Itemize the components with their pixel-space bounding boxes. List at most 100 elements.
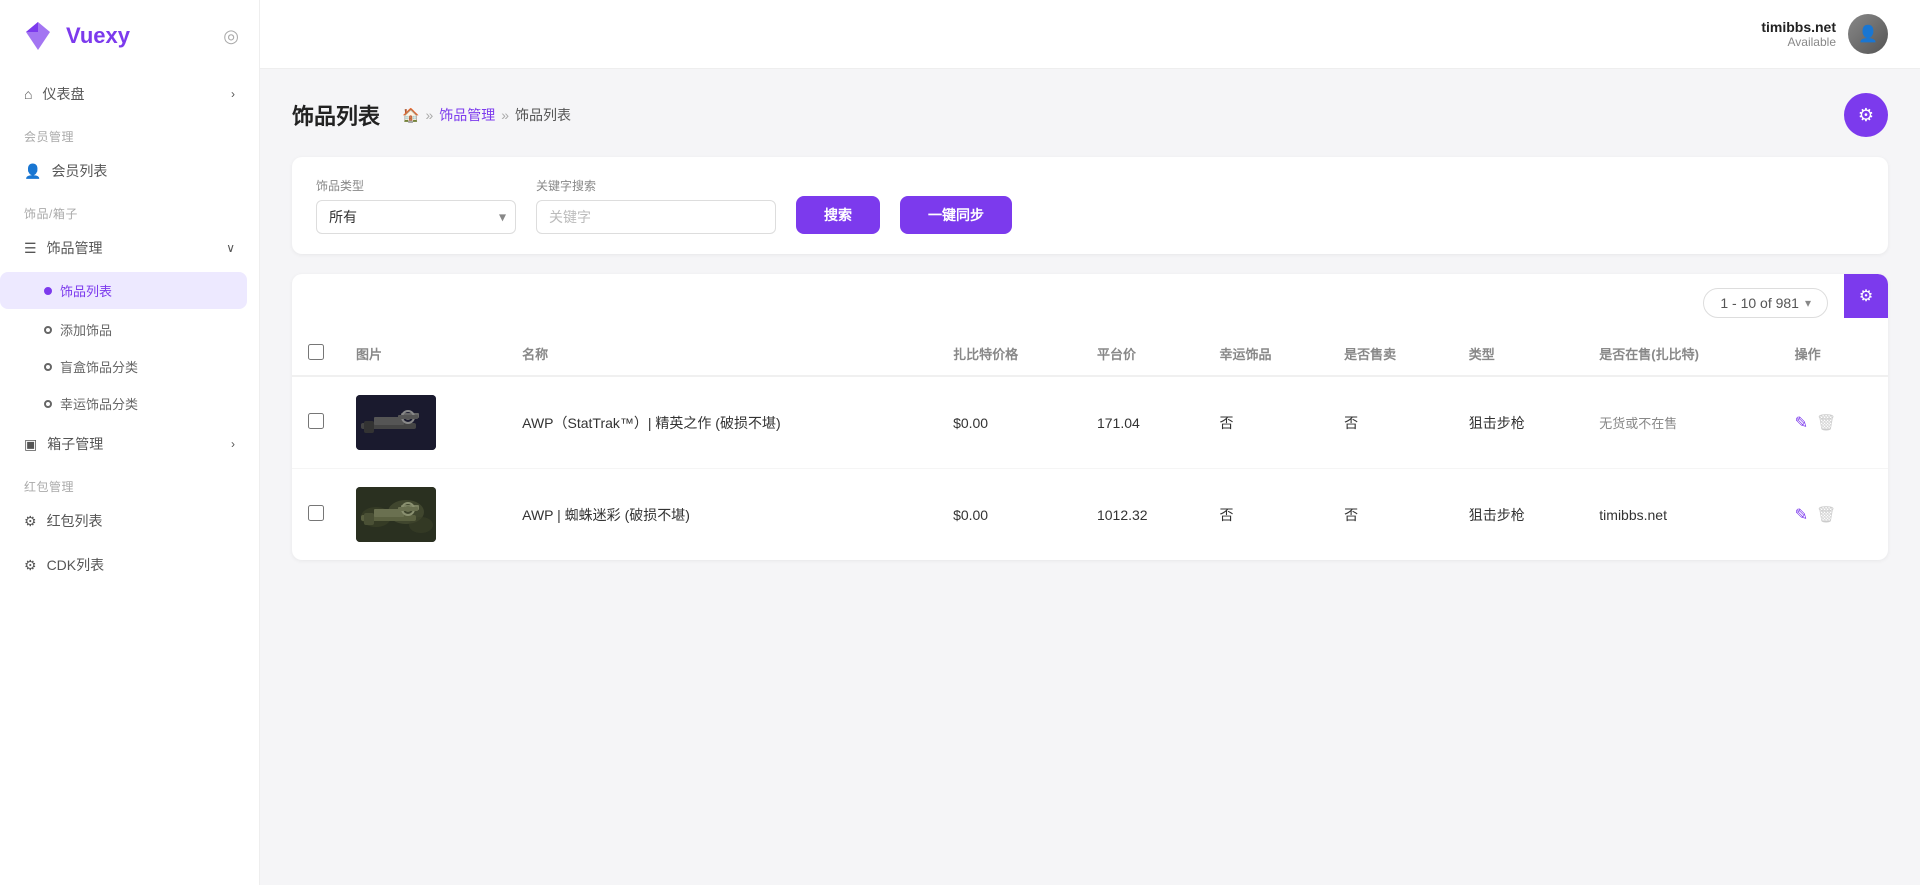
- th-actions: 操作: [1779, 332, 1888, 376]
- th-checkbox: [292, 332, 340, 376]
- th-on-sale: 是否售卖: [1328, 332, 1453, 376]
- filter-type-label: 饰品类型: [316, 177, 516, 194]
- section-label-items: 饰品/箱子: [0, 193, 259, 226]
- sidebar-item-item-list[interactable]: 饰品列表: [0, 272, 247, 309]
- row2-on-sale-zabit: timibbs.net: [1583, 469, 1778, 561]
- pagination-info[interactable]: 1 - 10 of 981 ▾: [1703, 288, 1828, 318]
- row1-actions-cell: ✎ 🗑: [1779, 376, 1888, 469]
- home-icon: ⌂: [24, 86, 32, 102]
- row1-edit-icon[interactable]: ✎: [1795, 413, 1808, 433]
- table-top-bar: 1 - 10 of 981 ▾: [292, 274, 1888, 332]
- sidebar-item-add-item-label: 添加饰品: [60, 320, 112, 339]
- breadcrumb: 🏠 » 饰品管理 » 饰品列表: [402, 105, 571, 125]
- row1-checkbox[interactable]: [308, 413, 324, 429]
- page-settings-button[interactable]: ⚙: [1844, 93, 1888, 137]
- awp-dark-img: [356, 395, 436, 450]
- row1-platform-price: 171.04: [1081, 376, 1204, 469]
- filter-type-select-wrapper: 所有 狙击步枪 突击步枪 手枪 刀 手套: [316, 200, 516, 234]
- th-zabit-price: 扎比特价格: [937, 332, 1081, 376]
- row2-image-cell: [340, 469, 506, 561]
- row2-delete-icon[interactable]: 🗑: [1816, 505, 1836, 525]
- filter-type-group: 饰品类型 所有 狙击步枪 突击步枪 手枪 刀 手套: [316, 177, 516, 234]
- row1-type: 狙击步枪: [1453, 376, 1584, 469]
- sidebar-item-lucky-item-cat[interactable]: 幸运饰品分类: [0, 385, 259, 422]
- dot-icon: [44, 400, 52, 408]
- table-row: AWP | 蜘蛛迷彩 (破损不堪) $0.00 1012.32 否 否 狙击步枪…: [292, 469, 1888, 561]
- sidebar-item-redpacket-list[interactable]: ⚙ 红包列表: [0, 499, 259, 543]
- sidebar-item-dashboard-label: 仪表盘: [42, 84, 84, 104]
- chevron-down-icon: ∨: [226, 241, 235, 255]
- logo-text: Vuexy: [66, 23, 130, 49]
- th-name: 名称: [506, 332, 937, 376]
- row2-name: AWP | 蜘蛛迷彩 (破损不堪): [506, 469, 937, 561]
- breadcrumb-sep2: »: [501, 107, 509, 123]
- row1-lucky: 否: [1204, 376, 1329, 469]
- sidebar-item-blind-box-cat-label: 盲盒饰品分类: [60, 357, 138, 376]
- search-button[interactable]: 搜索: [796, 196, 880, 234]
- row2-platform-price: 1012.32: [1081, 469, 1204, 561]
- th-platform-price: 平台价: [1081, 332, 1204, 376]
- chevron-right-icon-box: ›: [231, 437, 235, 451]
- th-lucky: 幸运饰品: [1204, 332, 1329, 376]
- awp-camo-img: [356, 487, 436, 542]
- row2-item-image: [356, 487, 436, 542]
- table-card: ⚙ 1 - 10 of 981 ▾ 图片 名称 扎比特价格 平台: [292, 274, 1888, 560]
- user-icon: 👤: [24, 163, 41, 180]
- row2-price: $0.00: [937, 469, 1081, 561]
- select-all-checkbox[interactable]: [308, 344, 324, 360]
- row1-price: $0.00: [937, 376, 1081, 469]
- filter-type-select[interactable]: 所有 狙击步枪 突击步枪 手枪 刀 手套: [316, 200, 516, 234]
- sidebar-item-add-item[interactable]: 添加饰品: [0, 311, 259, 348]
- sync-button[interactable]: 一键同步: [900, 196, 1012, 234]
- breadcrumb-home-icon[interactable]: 🏠: [402, 107, 419, 124]
- page-body: 饰品列表 🏠 » 饰品管理 » 饰品列表 ⚙ 饰品类型 所有 狙击步枪: [260, 69, 1920, 885]
- row2-checkbox[interactable]: [308, 505, 324, 521]
- dot-icon: [44, 326, 52, 334]
- breadcrumb-item-mgmt[interactable]: 饰品管理: [439, 105, 495, 125]
- sidebar-item-item-mgmt-label: 饰品管理: [47, 238, 103, 258]
- table-gear-button[interactable]: ⚙: [1844, 274, 1888, 318]
- sidebar-logo-area: Vuexy ◎: [0, 0, 259, 72]
- filter-keyword-input[interactable]: [536, 200, 776, 234]
- row2-action-icons: ✎ 🗑: [1795, 505, 1872, 525]
- sidebar-item-member-list-label: 会员列表: [51, 161, 107, 181]
- row1-image-cell: [340, 376, 506, 469]
- sidebar-item-lucky-item-cat-label: 幸运饰品分类: [60, 394, 138, 413]
- sidebar-item-dashboard[interactable]: ⌂ 仪表盘 ›: [0, 72, 259, 116]
- chevron-right-icon: ›: [231, 87, 235, 101]
- th-image: 图片: [340, 332, 506, 376]
- row2-edit-icon[interactable]: ✎: [1795, 505, 1808, 525]
- dot-filled-icon: [44, 287, 52, 295]
- section-label-redpacket: 红包管理: [0, 466, 259, 499]
- topbar-username: timibbs.net: [1761, 19, 1836, 35]
- sidebar-item-box-mgmt[interactable]: ▣ 箱子管理 ›: [0, 422, 259, 466]
- filter-keyword-group: 关键字搜索: [536, 177, 776, 234]
- vuexy-logo-icon: [20, 18, 56, 54]
- page-title-area: 饰品列表 🏠 » 饰品管理 » 饰品列表: [292, 99, 571, 131]
- sidebar-item-cdk-list-label: CDK列表: [47, 555, 105, 575]
- table-header-row: 图片 名称 扎比特价格 平台价 幸运饰品 是否售卖 类型 是否在售(扎比特) 操…: [292, 332, 1888, 376]
- sidebar-item-redpacket-list-label: 红包列表: [47, 511, 103, 531]
- row1-on-sale-zabit: 无货或不在售: [1583, 376, 1778, 469]
- sidebar-item-member-list[interactable]: 👤 会员列表: [0, 149, 259, 193]
- sidebar-item-item-mgmt[interactable]: ☰ 饰品管理 ∨: [0, 226, 259, 270]
- th-type: 类型: [1453, 332, 1584, 376]
- row2-type: 狙击步枪: [1453, 469, 1584, 561]
- row1-delete-icon[interactable]: 🗑: [1816, 413, 1836, 433]
- page-header: 饰品列表 🏠 » 饰品管理 » 饰品列表 ⚙: [292, 93, 1888, 137]
- topbar-status: Available: [1788, 35, 1836, 49]
- avatar: 👤: [1848, 14, 1888, 54]
- row1-checkbox-cell: [292, 376, 340, 469]
- sidebar-target-icon[interactable]: ◎: [223, 26, 239, 47]
- sidebar-item-blind-box-cat[interactable]: 盲盒饰品分类: [0, 348, 259, 385]
- page-title: 饰品列表: [292, 99, 380, 131]
- row2-actions-cell: ✎ 🗑: [1779, 469, 1888, 561]
- row1-on-sale: 否: [1328, 376, 1453, 469]
- sidebar-item-box-mgmt-label: 箱子管理: [47, 434, 103, 454]
- items-table: 图片 名称 扎比特价格 平台价 幸运饰品 是否售卖 类型 是否在售(扎比特) 操…: [292, 332, 1888, 560]
- list-icon: ☰: [24, 240, 37, 257]
- breadcrumb-item-list: 饰品列表: [515, 105, 571, 125]
- breadcrumb-sep1: »: [425, 107, 433, 123]
- sidebar-item-cdk-list[interactable]: ⚙ CDK列表: [0, 543, 259, 587]
- pagination-chevron-icon: ▾: [1805, 296, 1811, 310]
